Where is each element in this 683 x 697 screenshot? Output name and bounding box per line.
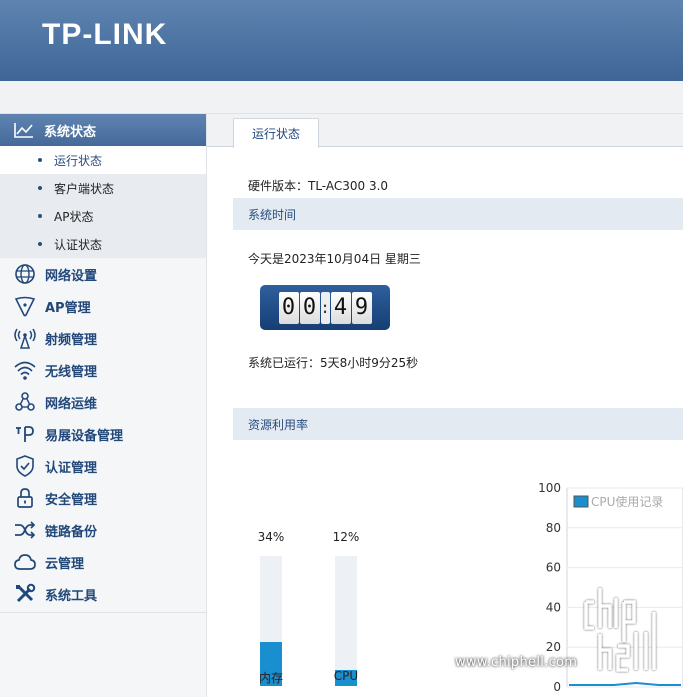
shuffle-icon (15, 521, 36, 539)
sidebar-subitem-ap-status[interactable]: AP状态 (0, 202, 206, 230)
sidebar-item-label: AP管理 (45, 300, 91, 316)
sidebar-item-auth-management[interactable]: 认证管理 (0, 450, 206, 482)
cpu-percent: 12% (332, 530, 360, 544)
network-nodes-icon (15, 392, 35, 411)
sidebar-item-label: 认证管理 (45, 460, 98, 476)
sidebar-item-wireless-management[interactable]: 无线管理 (0, 354, 206, 386)
clock-digit: 0 (299, 291, 320, 324)
sidebar-item-security-management[interactable]: 安全管理 (0, 482, 206, 514)
memory-gauge (260, 556, 282, 686)
sidebar: 系统状态 运行状态 客户端状态 AP状态 认证状态 网络设置 AP管理 射频管理… (0, 114, 207, 697)
sidebar-subitem-run-status[interactable]: 运行状态 (0, 146, 206, 174)
easy-mesh-icon (16, 426, 34, 442)
sidebar-divider (0, 612, 206, 613)
sidebar-subitem-label: 认证状态 (54, 237, 103, 252)
legend-swatch (573, 495, 589, 508)
chiphell-watermark-logo (584, 588, 656, 672)
system-time-section-header: 系统时间 (233, 198, 683, 230)
sidebar-item-label: 射频管理 (45, 332, 98, 348)
watermark-text: www.chiphell.com (455, 655, 578, 670)
sidebar-group-label: 系统状态 (44, 124, 97, 140)
clock-separator: : (320, 291, 330, 324)
y-tick-label: 0 (553, 680, 561, 694)
tp-link-logo: TP-LINK (42, 18, 168, 51)
sidebar-item-label: 链路备份 (45, 524, 98, 540)
tab-bar: 运行状态 (207, 114, 683, 148)
clock-digit: 0 (278, 291, 299, 324)
sidebar-item-network-settings[interactable]: 网络设置 (0, 258, 206, 290)
sidebar-subitem-label: 客户端状态 (54, 181, 115, 196)
top-toolbar (0, 81, 683, 114)
system-uptime: 系统已运行：5天8小时9分25秒 (248, 356, 419, 370)
sidebar-item-label: 易展设备管理 (45, 428, 124, 444)
sidebar-item-radio-management[interactable]: 射频管理 (0, 322, 206, 354)
resource-usage-section-header: 资源利用率 (233, 408, 683, 440)
bullet-icon (38, 214, 42, 218)
legend-label: CPU使用记录 (591, 494, 663, 509)
clock-digit: 4 (330, 291, 351, 324)
cpu-gauge (335, 556, 357, 686)
y-tick-label: 80 (546, 521, 561, 535)
sidebar-item-system-tools[interactable]: 系统工具 (0, 578, 206, 610)
y-tick-label: 40 (546, 600, 561, 614)
globe-icon (15, 264, 35, 284)
flip-clock: 0 0 : 4 9 (260, 285, 390, 330)
bullet-icon (38, 242, 42, 246)
sidebar-group-system-status[interactable]: 系统状态 (0, 114, 206, 146)
bullet-icon (38, 186, 42, 190)
lock-icon (17, 488, 33, 508)
hardware-version: 硬件版本：TL-AC300 3.0 (248, 179, 389, 193)
sidebar-item-ap-management[interactable]: AP管理 (0, 290, 206, 322)
y-tick-label: 60 (546, 561, 561, 575)
sidebar-item-label: 网络运维 (45, 396, 98, 412)
y-tick-label: 100 (538, 481, 561, 495)
wifi-icon (14, 361, 36, 380)
memory-label: 内存 (258, 671, 283, 685)
sidebar-subitem-auth-status[interactable]: 认证状态 (0, 230, 206, 258)
cpu-label: CPU (333, 669, 359, 683)
sidebar-item-easy-device-management[interactable]: 易展设备管理 (0, 418, 206, 450)
shield-check-icon (16, 455, 34, 477)
bullet-icon (38, 158, 42, 162)
cloud-icon (14, 554, 36, 570)
tools-icon (16, 583, 36, 603)
clock-digit: 9 (351, 291, 372, 324)
sidebar-item-label: 系统工具 (45, 588, 98, 604)
antenna-icon (14, 328, 36, 349)
ap-icon (14, 296, 36, 317)
sidebar-item-network-ops[interactable]: 网络运维 (0, 386, 206, 418)
sidebar-item-link-backup[interactable]: 链路备份 (0, 514, 206, 546)
sidebar-subitem-label: AP状态 (54, 209, 94, 224)
sidebar-item-label: 无线管理 (45, 364, 98, 380)
memory-percent: 34% (257, 530, 285, 544)
tab-run-status[interactable]: 运行状态 (233, 118, 319, 148)
chart-line-icon (14, 123, 33, 138)
y-tick-label: 20 (546, 640, 561, 654)
sidebar-item-label: 安全管理 (45, 492, 98, 508)
sidebar-item-label: 网络设置 (45, 268, 98, 284)
sidebar-item-label: 云管理 (45, 556, 85, 572)
sidebar-item-cloud-management[interactable]: 云管理 (0, 546, 206, 578)
header-banner: TP-LINK (0, 0, 683, 81)
current-date: 今天是2023年10月04日 星期三 (248, 252, 421, 266)
sidebar-subitem-client-status[interactable]: 客户端状态 (0, 174, 206, 202)
sidebar-subitem-label: 运行状态 (54, 153, 103, 168)
